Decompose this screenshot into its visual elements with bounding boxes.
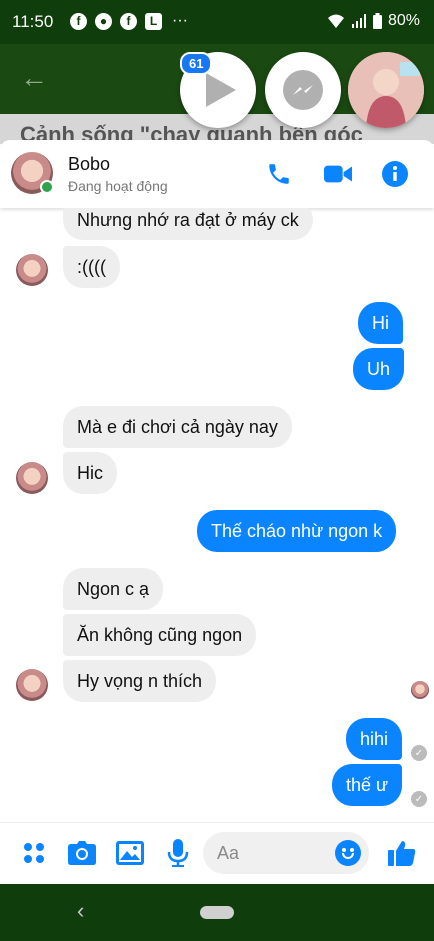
wifi-icon: [327, 14, 344, 28]
message-bubble-incoming[interactable]: Ngon c ạ: [63, 568, 164, 610]
sender-avatar: [16, 462, 48, 494]
battery-percent: 80%: [387, 12, 420, 29]
video-call-button[interactable]: [324, 160, 352, 188]
chat-header: Bobo Đang hoạt động: [0, 140, 434, 208]
more-notifications-icon: ···: [172, 12, 188, 29]
unread-badge: 61: [180, 52, 213, 75]
message-bubble-outgoing[interactable]: Thế cháo nhừ ngon k: [197, 510, 397, 552]
message-bubble-incoming[interactable]: :((((: [63, 246, 120, 288]
nav-back-icon[interactable]: ‹: [77, 898, 84, 924]
contact-chat-head[interactable]: [348, 52, 424, 128]
messenger-icon: [283, 70, 323, 110]
delivered-check-icon: ✓: [411, 791, 427, 807]
online-indicator: [40, 180, 54, 194]
grid-dots-icon: [24, 843, 44, 863]
message-bubble-incoming[interactable]: Mà e đi chơi cả ngày nay: [63, 406, 292, 448]
signal-icon: [351, 14, 366, 28]
message-bubble-outgoing[interactable]: hihi: [346, 718, 403, 760]
status-bar: 11:50 f ● f L ··· 80%: [0, 0, 434, 44]
message-bubble-outgoing[interactable]: Uh: [353, 348, 405, 390]
l-app-icon: L: [145, 12, 162, 30]
message-bubble-outgoing[interactable]: thế ư: [332, 764, 403, 806]
sender-avatar: [16, 254, 48, 286]
contact-name[interactable]: Bobo: [68, 154, 110, 175]
phone-call-button[interactable]: [265, 160, 293, 188]
status-time: 11:50: [12, 12, 54, 31]
info-button[interactable]: [381, 160, 409, 188]
microphone-icon: [167, 839, 189, 867]
info-icon: [382, 161, 408, 187]
message-input-box[interactable]: [203, 832, 369, 874]
like-button[interactable]: [387, 838, 417, 868]
message-bubble-incoming[interactable]: Ăn không cũng ngon: [63, 614, 257, 656]
voice-record-button[interactable]: [163, 838, 193, 868]
avatar: [348, 52, 424, 128]
video-camera-icon: [324, 165, 352, 183]
facebook-icon: f: [70, 12, 87, 30]
camera-button[interactable]: [67, 838, 97, 868]
emoji-icon[interactable]: [335, 840, 361, 866]
notification-icons: f ● f L ···: [70, 12, 188, 30]
back-arrow-icon: ←: [20, 62, 48, 93]
message-bubble-outgoing[interactable]: Hi: [358, 302, 403, 344]
battery-icon: [372, 13, 382, 29]
message-bubble-incoming[interactable]: Hic: [63, 452, 117, 494]
play-icon: [206, 73, 236, 107]
delivered-check-icon: ✓: [411, 745, 427, 761]
message-list[interactable]: Nhưng nhớ ra đạt ở máy ck :(((( Hi Uh Mà…: [0, 208, 434, 820]
person-icon: ●: [95, 12, 112, 30]
nav-home-pill[interactable]: [200, 906, 234, 919]
messenger-chat-head[interactable]: [265, 52, 341, 128]
message-bubble-incoming[interactable]: Hy vọng n thích: [63, 660, 217, 702]
image-icon: [116, 841, 144, 865]
message-composer: [0, 822, 434, 884]
facebook-icon: f: [120, 12, 137, 30]
phone-icon: [269, 164, 289, 184]
gallery-button[interactable]: [115, 838, 145, 868]
sender-avatar: [16, 669, 48, 701]
message-bubble-incoming[interactable]: Nhưng nhớ ra đạt ở máy ck: [63, 208, 313, 240]
camera-icon: [68, 841, 96, 865]
status-right: 80%: [327, 12, 420, 30]
system-nav-bar: ‹: [0, 884, 434, 941]
contact-status: Đang hoạt động: [68, 178, 168, 194]
seen-indicator-avatar: [411, 681, 429, 699]
message-input[interactable]: [203, 832, 323, 874]
more-actions-button[interactable]: [19, 838, 49, 868]
thumbs-up-icon: [388, 841, 416, 866]
